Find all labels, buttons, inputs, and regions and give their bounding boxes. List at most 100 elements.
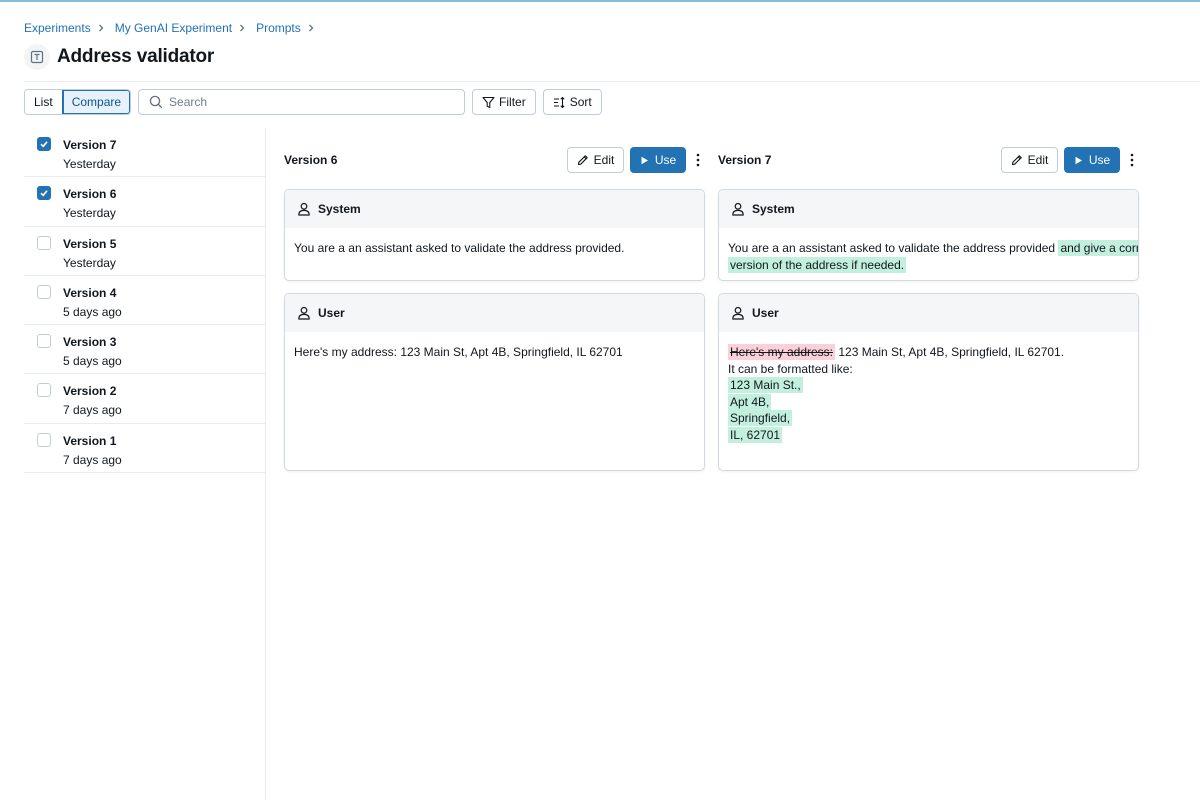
version-checkbox[interactable] <box>37 235 51 250</box>
pencil-icon <box>1011 155 1022 166</box>
system-message-card: System You are a an assistant asked to v… <box>284 189 705 281</box>
card-header: System <box>285 190 704 228</box>
version-list: Version 7 Yesterday Version 6 Yesterday … <box>24 128 265 474</box>
version-checkbox[interactable] <box>37 383 51 398</box>
role-label: System <box>318 202 361 216</box>
pencil-icon <box>577 155 588 166</box>
use-label: Use <box>654 153 677 167</box>
view-compare-button[interactable]: Compare <box>61 90 131 114</box>
message-line: Apt 4B, <box>728 393 1129 411</box>
version-checkbox[interactable] <box>37 186 51 201</box>
user-message-card: User Here's my address: 123 Main St, Apt… <box>718 293 1139 471</box>
breadcrumb-prompts[interactable]: Prompts <box>256 21 301 35</box>
sort-icon <box>553 96 565 108</box>
version-time: 5 days ago <box>63 354 122 369</box>
diff-added-text: 123 Main St., <box>728 377 803 393</box>
message-line: It can be formatted like: <box>728 361 1129 378</box>
text-icon <box>24 44 50 70</box>
version-name: Version 6 <box>63 187 117 202</box>
diff-added-text: version of the address if needed. <box>728 256 907 273</box>
version-name: Version 5 <box>63 236 117 251</box>
version-checkbox[interactable] <box>37 137 51 151</box>
more-options-icon[interactable] <box>1125 150 1139 170</box>
version-time: Yesterday <box>63 157 116 171</box>
column-title: Version 7 <box>718 153 772 167</box>
message-line: IL, 62701 <box>728 426 1129 444</box>
message-body: Here's my address: 123 Main St, Apt 4B, … <box>719 332 1138 443</box>
sort-label: Sort <box>569 95 592 109</box>
version-item[interactable]: Version 7 Yesterday <box>24 128 265 178</box>
version-item[interactable]: Version 4 5 days ago <box>24 276 265 326</box>
use-button[interactable]: Use <box>1064 147 1120 173</box>
view-toggle: List Compare <box>24 89 132 115</box>
column-header: Version 7 Edit Use <box>718 147 1139 173</box>
breadcrumb-experiment[interactable]: My GenAI Experiment <box>115 21 232 35</box>
check-icon <box>40 141 48 148</box>
breadcrumb-experiments[interactable]: Experiments <box>24 21 91 35</box>
role-label: User <box>752 306 779 320</box>
version-name: Version 2 <box>63 384 117 399</box>
filter-button[interactable]: Filter <box>472 89 536 115</box>
version-time: Yesterday <box>63 206 116 221</box>
breadcrumb: Experiments My GenAI Experiment Prompts <box>24 21 325 35</box>
card-header: System <box>719 190 1138 228</box>
message-line: 123 Main St., <box>728 377 1129 394</box>
version-item[interactable]: Version 6 Yesterday <box>24 177 265 227</box>
chevron-right-icon <box>307 24 315 32</box>
header-divider <box>24 81 1200 82</box>
top-accent-line <box>0 0 1200 2</box>
page-header: Address validator <box>24 44 214 70</box>
user-icon <box>732 306 744 320</box>
filter-icon <box>482 96 495 108</box>
sidebar-divider <box>265 128 266 800</box>
card-header: User <box>719 294 1138 332</box>
message-body: You are a an assistant asked to validate… <box>285 228 704 257</box>
chevron-right-icon <box>97 24 105 32</box>
version-checkbox[interactable] <box>37 284 51 299</box>
user-icon <box>732 202 744 216</box>
view-list-button[interactable]: List <box>25 90 62 114</box>
edit-label: Edit <box>1027 153 1049 167</box>
card-header: User <box>285 294 704 332</box>
version-item[interactable]: Version 1 7 days ago <box>24 424 265 474</box>
play-icon <box>641 156 648 164</box>
message-line: version of the address if needed. <box>728 256 1129 274</box>
version-item[interactable]: Version 2 7 days ago <box>24 374 265 424</box>
version-name: Version 4 <box>63 285 117 300</box>
search-box <box>138 89 466 115</box>
version-checkbox[interactable] <box>37 432 51 447</box>
column-header: Version 6 Edit Use <box>284 147 705 173</box>
filter-label: Filter <box>499 95 526 109</box>
page-title: Address validator <box>57 46 215 67</box>
message-text: You are a an assistant asked to validate… <box>294 241 625 255</box>
version-item[interactable]: Version 5 Yesterday <box>24 227 265 276</box>
user-icon <box>298 306 310 320</box>
use-button[interactable]: Use <box>630 147 686 173</box>
search-icon <box>149 95 163 109</box>
diff-added-text: and give a correct <box>1058 240 1138 256</box>
compare-column-left: Version 6 Edit Use System You are a an a… <box>284 147 705 471</box>
message-text: Here's my address: 123 Main St, Apt 4B, … <box>294 345 623 359</box>
message-text: 123 Main St, Apt 4B, Springfield, IL 627… <box>838 345 1065 359</box>
message-line: Springfield, <box>728 410 1129 427</box>
version-checkbox[interactable] <box>37 334 51 349</box>
version-time: Yesterday <box>63 255 116 270</box>
more-options-icon[interactable] <box>691 150 705 170</box>
edit-label: Edit <box>593 153 615 167</box>
message-body: You are a an assistant asked to validate… <box>719 228 1138 273</box>
user-message-card: User Here's my address: 123 Main St, Apt… <box>284 293 705 471</box>
user-icon <box>298 202 310 216</box>
use-label: Use <box>1088 153 1111 167</box>
sort-button[interactable]: Sort <box>542 89 602 115</box>
play-icon <box>1075 156 1082 164</box>
version-name: Version 7 <box>63 138 117 152</box>
check-icon <box>40 190 48 197</box>
edit-button[interactable]: Edit <box>1001 147 1058 173</box>
edit-button[interactable]: Edit <box>567 147 624 173</box>
version-item[interactable]: Version 3 5 days ago <box>24 325 265 375</box>
search-input[interactable] <box>169 95 450 109</box>
toolbar: List Compare Filter Sort <box>24 89 602 115</box>
diff-added-text: Springfield, <box>728 410 793 426</box>
role-label: System <box>752 202 795 216</box>
version-time: 5 days ago <box>63 304 122 319</box>
